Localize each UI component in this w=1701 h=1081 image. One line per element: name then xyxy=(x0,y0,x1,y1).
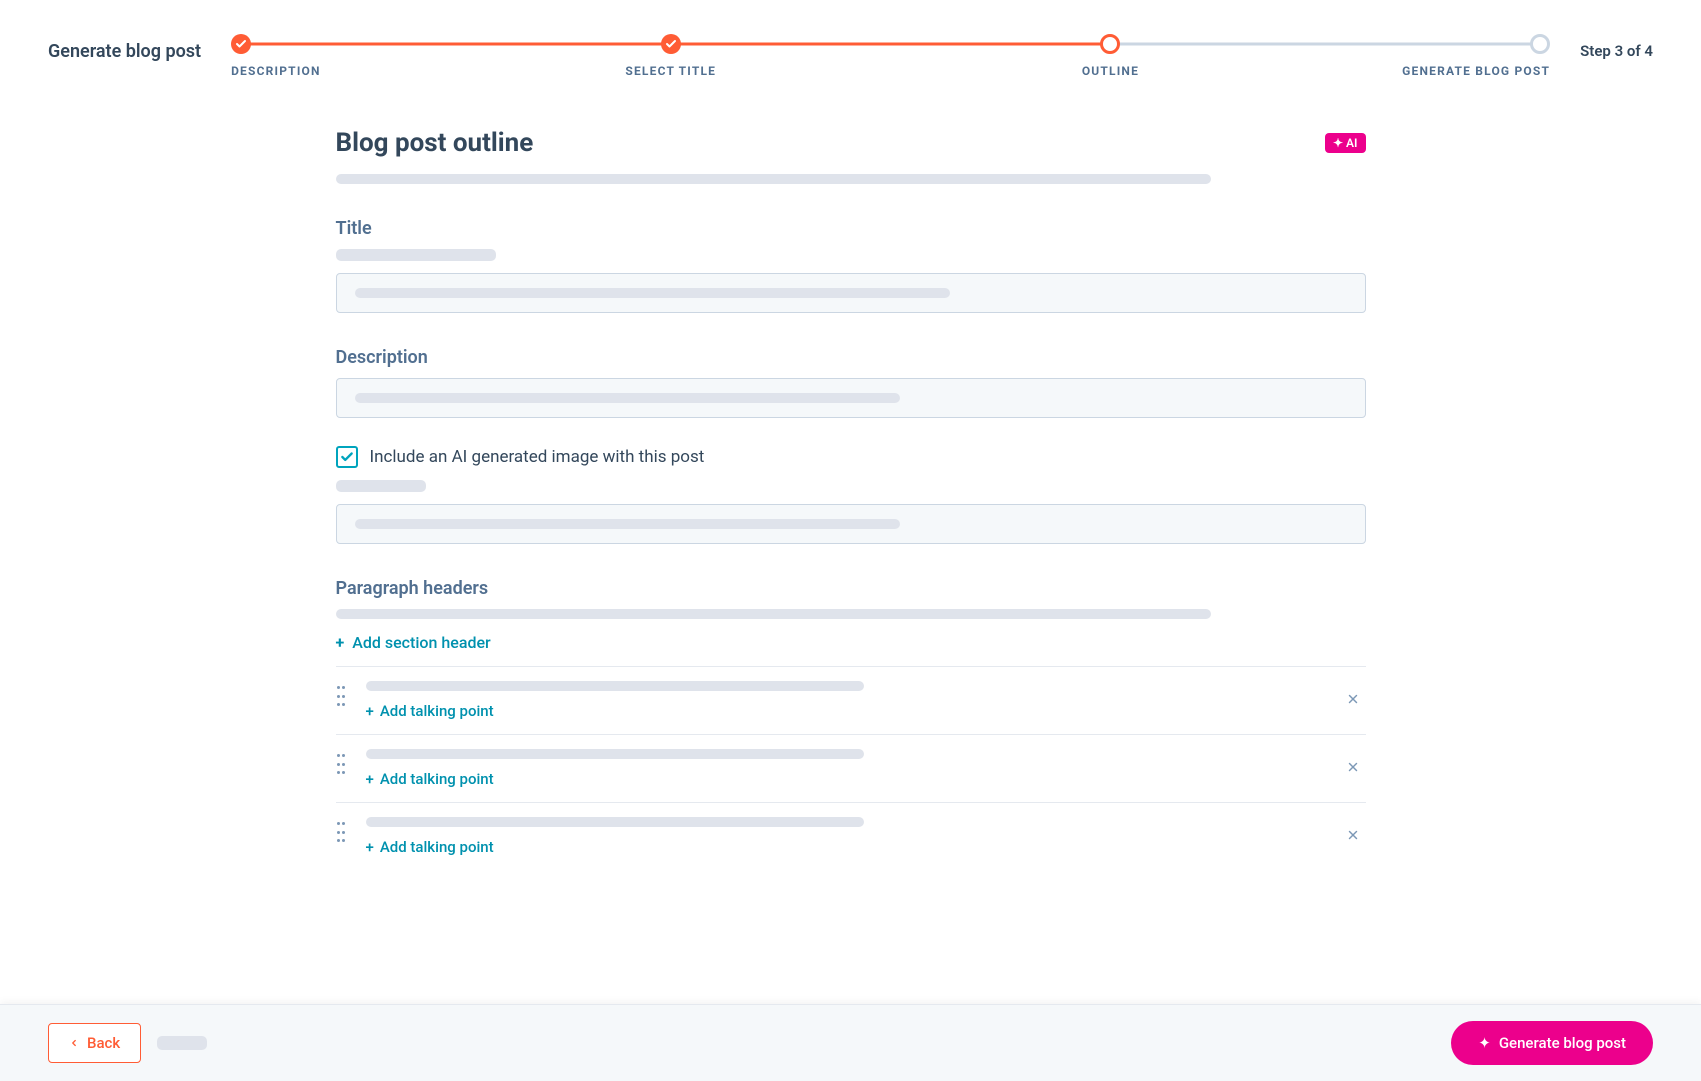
drag-handle-icon[interactable] xyxy=(336,821,350,843)
sparkle-icon: ✦ xyxy=(1478,1034,1491,1052)
include-ai-image-checkbox[interactable] xyxy=(336,446,358,468)
current-step-icon xyxy=(1100,34,1120,54)
plus-icon: + xyxy=(336,633,345,652)
skeleton-text xyxy=(366,681,864,691)
description-input[interactable] xyxy=(336,378,1366,418)
ai-image-input[interactable] xyxy=(336,504,1366,544)
title-input[interactable] xyxy=(336,273,1366,313)
future-step-icon xyxy=(1530,34,1550,54)
step-label: DESCRIPTION xyxy=(231,64,451,78)
main-content: Blog post outline ✦AI Title Description … xyxy=(316,128,1386,990)
close-icon xyxy=(1346,692,1360,706)
close-icon xyxy=(1346,828,1360,842)
plus-icon: + xyxy=(366,770,374,788)
step-label: SELECT TITLE xyxy=(451,64,891,78)
skeleton-text xyxy=(157,1036,207,1050)
header-rows: + Add talking point + Add talking point xyxy=(336,666,1366,870)
skeleton-text xyxy=(336,174,1212,184)
skeleton-text xyxy=(355,393,901,403)
header-row: + Add talking point xyxy=(336,802,1366,870)
step-counter: Step 3 of 4 xyxy=(1580,42,1653,60)
include-ai-image-label: Include an AI generated image with this … xyxy=(370,447,705,467)
description-label: Description xyxy=(336,347,1366,368)
skeleton-text xyxy=(336,480,426,492)
drag-handle-icon[interactable] xyxy=(336,685,350,707)
progress-stepper: DESCRIPTION SELECT TITLE OUTLINE xyxy=(231,24,1550,78)
step-generate: GENERATE BLOG POST xyxy=(1330,34,1550,78)
remove-row-button[interactable] xyxy=(1340,820,1366,853)
step-label: GENERATE BLOG POST xyxy=(1330,64,1550,78)
step-description: DESCRIPTION xyxy=(231,34,451,78)
close-icon xyxy=(1346,760,1360,774)
footer-bar: Back ✦ Generate blog post xyxy=(0,1004,1701,1081)
plus-icon: + xyxy=(366,838,374,856)
skeleton-text xyxy=(336,249,496,261)
title-label: Title xyxy=(336,218,1366,239)
skeleton-text xyxy=(355,288,950,298)
step-label: OUTLINE xyxy=(891,64,1331,78)
remove-row-button[interactable] xyxy=(1340,752,1366,785)
plus-icon: + xyxy=(366,702,374,720)
header-row: + Add talking point xyxy=(336,666,1366,734)
add-talking-point-button[interactable]: + Add talking point xyxy=(366,838,494,856)
header-row: + Add talking point xyxy=(336,734,1366,802)
skeleton-text xyxy=(336,609,1212,619)
back-button[interactable]: Back xyxy=(48,1023,141,1063)
chevron-left-icon xyxy=(69,1037,79,1049)
sparkle-icon: ✦ xyxy=(1333,136,1343,150)
step-select-title: SELECT TITLE xyxy=(451,34,891,78)
paragraph-headers-label: Paragraph headers xyxy=(336,578,1366,599)
drag-handle-icon[interactable] xyxy=(336,753,350,775)
ai-badge: ✦AI xyxy=(1325,133,1366,153)
remove-row-button[interactable] xyxy=(1340,684,1366,717)
page-heading: Blog post outline xyxy=(336,128,534,158)
skeleton-text xyxy=(355,519,901,529)
header-title: Generate blog post xyxy=(48,41,201,62)
check-icon xyxy=(661,34,681,54)
generate-blog-post-button[interactable]: ✦ Generate blog post xyxy=(1451,1021,1653,1065)
add-section-header-button[interactable]: + Add section header xyxy=(336,619,491,666)
step-outline: OUTLINE xyxy=(891,34,1331,78)
skeleton-text xyxy=(366,817,864,827)
check-icon xyxy=(231,34,251,54)
add-talking-point-button[interactable]: + Add talking point xyxy=(366,702,494,720)
add-talking-point-button[interactable]: + Add talking point xyxy=(366,770,494,788)
skeleton-text xyxy=(366,749,864,759)
page-header: Generate blog post DESCRIPTION SELECT TI… xyxy=(0,0,1701,88)
